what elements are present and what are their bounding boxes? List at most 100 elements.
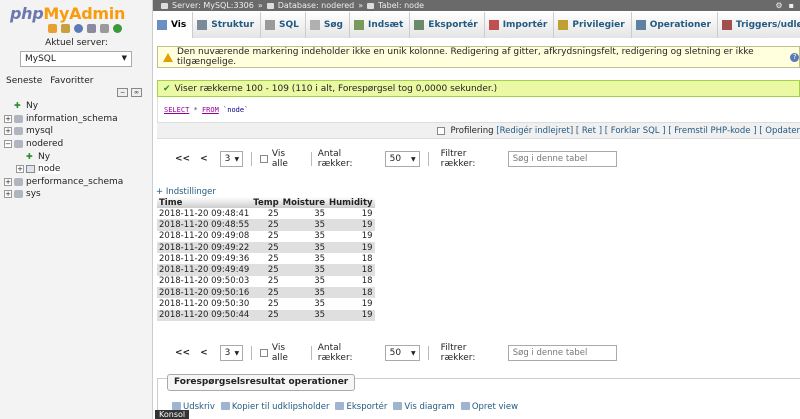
edit-link[interactable]: [ Ret ] bbox=[576, 126, 602, 136]
page-select[interactable]: 3 ▼ bbox=[219, 345, 244, 361]
column-header-moisture[interactable]: Moisture bbox=[280, 197, 328, 208]
tree-item-label: information_schema bbox=[26, 113, 118, 124]
prev-page-button[interactable]: < bbox=[200, 348, 208, 358]
expand-icon[interactable]: + bbox=[4, 190, 12, 199]
show-all-checkbox[interactable] bbox=[260, 155, 268, 163]
table-cell: 35 bbox=[280, 241, 328, 254]
breadcrumb-table[interactable]: Tabel: node bbox=[378, 0, 424, 11]
chevron-down-icon: ▼ bbox=[411, 155, 416, 163]
tab-privileges[interactable]: Privilegier bbox=[554, 12, 632, 38]
table-icon bbox=[367, 2, 375, 9]
logout-icon[interactable] bbox=[61, 24, 70, 33]
tree-item-performance-schema[interactable]: + performance_schema bbox=[4, 176, 152, 189]
expand-icon[interactable]: + bbox=[4, 114, 12, 123]
table-cell: 2018-11-20 09:50:44 bbox=[157, 309, 252, 321]
breadcrumb-server[interactable]: Server: MySQL:3306 bbox=[172, 0, 254, 11]
filter-input[interactable]: Søg i denne tabel bbox=[507, 345, 618, 361]
tab-recent[interactable]: Seneste bbox=[6, 76, 42, 86]
chart-icon bbox=[393, 402, 403, 410]
expand-icon[interactable]: + bbox=[16, 165, 24, 174]
table-cell: 18 bbox=[327, 253, 375, 265]
reload-icon[interactable] bbox=[113, 24, 122, 33]
first-page-button[interactable]: << bbox=[175, 154, 190, 164]
tab-favorites[interactable]: Favoritter bbox=[50, 76, 93, 86]
settings-icon[interactable] bbox=[100, 24, 109, 33]
column-header-temp[interactable]: Temp bbox=[251, 197, 281, 208]
rows-select[interactable]: 50 ▼ bbox=[384, 345, 420, 361]
filter-input[interactable]: Søg i denne tabel bbox=[507, 151, 618, 167]
refresh-link[interactable]: [ Opdater bbox=[759, 126, 800, 136]
table-row: 2018-11-20 09:48:55 25 35 19 bbox=[157, 219, 375, 231]
database-tree: ✚ Ny + information_schema + mysql − nodered ✚ Ny +… bbox=[4, 100, 152, 201]
create-view-link[interactable]: Opret view bbox=[460, 402, 518, 412]
expand-icon[interactable]: + bbox=[4, 127, 12, 136]
phpmyadmin-logo[interactable]: phpMyAdmin bbox=[10, 4, 125, 23]
sql-keyword-from[interactable]: FROM bbox=[202, 106, 219, 114]
view-icon bbox=[460, 402, 470, 410]
column-header-humidity[interactable]: Humidity bbox=[327, 197, 375, 208]
docs-icon[interactable] bbox=[87, 24, 96, 33]
expand-icon[interactable]: + bbox=[4, 177, 12, 186]
tab-insert[interactable]: Indsæt bbox=[350, 12, 411, 38]
help-icon[interactable]: ? bbox=[790, 52, 799, 62]
sql-query-box[interactable]: SELECT * FROM `node` bbox=[157, 97, 800, 122]
tree-item-label: node bbox=[38, 164, 61, 175]
help-icon[interactable] bbox=[74, 24, 83, 33]
warning-icon bbox=[163, 52, 173, 62]
rows-select[interactable]: 50 ▼ bbox=[384, 151, 420, 167]
tab-operations[interactable]: Operationer bbox=[631, 12, 718, 38]
table-row: 2018-11-20 09:50:44 25 35 19 bbox=[157, 309, 375, 321]
database-icon bbox=[14, 177, 23, 186]
export-link[interactable]: Eksportér bbox=[335, 402, 387, 412]
result-table: Time Temp Moisture Humidity 2018-11-20 09:4… bbox=[157, 197, 375, 321]
tab-triggers[interactable]: Triggers/udløsere bbox=[717, 12, 800, 38]
display-chart-link[interactable]: Vis diagram bbox=[393, 402, 455, 412]
tab-export[interactable]: Eksportér bbox=[410, 12, 485, 38]
tab-import[interactable]: Importér bbox=[484, 12, 555, 38]
copy-icon bbox=[220, 402, 230, 410]
explain-sql-link[interactable]: [ Forklar SQL ] bbox=[605, 126, 666, 136]
copy-to-clipboard-link[interactable]: Kopier til udklipsholder bbox=[220, 402, 329, 412]
page-select[interactable]: 3 ▼ bbox=[219, 151, 244, 167]
table-cell: 19 bbox=[327, 298, 375, 310]
tree-item-nodered[interactable]: − nodered bbox=[4, 138, 152, 151]
console-toggle[interactable]: Konsol bbox=[155, 410, 190, 419]
table-cell: 19 bbox=[327, 208, 375, 220]
tree-item-ny[interactable]: ✚ Ny bbox=[4, 150, 152, 163]
first-page-button[interactable]: << bbox=[175, 348, 190, 358]
result-header-row: Time Temp Moisture Humidity bbox=[157, 197, 375, 208]
table-cell: 25 bbox=[251, 309, 281, 321]
sql-keyword-select[interactable]: SELECT bbox=[164, 106, 189, 114]
tab-structure[interactable]: Struktur bbox=[193, 12, 262, 38]
tree-item-ny[interactable]: ✚ Ny bbox=[4, 100, 152, 113]
collapse-icon[interactable]: ▪ bbox=[789, 0, 794, 11]
options-link[interactable]: + Indstillinger bbox=[156, 187, 216, 197]
tab-browse[interactable]: Vis bbox=[153, 12, 194, 38]
tree-item-mysql[interactable]: + mysql bbox=[4, 125, 152, 138]
table-row: 2018-11-20 09:50:03 25 35 18 bbox=[157, 275, 375, 288]
collapse-all-icon[interactable]: − bbox=[117, 88, 128, 97]
table-cell: 25 bbox=[251, 264, 281, 276]
table-cell: 25 bbox=[251, 287, 281, 299]
column-header-time[interactable]: Time bbox=[157, 197, 252, 208]
show-all-checkbox[interactable] bbox=[260, 349, 268, 357]
browse-icon bbox=[157, 20, 167, 30]
filter-label: Filtrer rækker: bbox=[440, 343, 476, 363]
tab-search[interactable]: Søg bbox=[305, 12, 350, 38]
prev-page-button[interactable]: < bbox=[200, 154, 208, 164]
tree-item-label: Ny bbox=[38, 151, 51, 162]
tree-item-label: nodered bbox=[26, 139, 64, 150]
tree-item-sys[interactable]: + sys bbox=[4, 188, 152, 201]
tree-item-information-schema[interactable]: + information_schema bbox=[4, 113, 152, 126]
tab-sql[interactable]: SQL bbox=[261, 12, 306, 38]
collapse-icon[interactable]: − bbox=[4, 140, 12, 149]
link-icon[interactable]: ∞ bbox=[131, 88, 142, 97]
breadcrumb-database[interactable]: Database: nodered bbox=[278, 0, 355, 11]
gear-icon[interactable]: ⚙ bbox=[775, 0, 782, 11]
edit-inline-link[interactable]: [Redigér indlejret] bbox=[496, 126, 573, 136]
home-icon[interactable] bbox=[48, 24, 57, 33]
tree-item-node[interactable]: + node bbox=[4, 163, 152, 176]
create-php-code-link[interactable]: [ Fremstil PHP-kode ] bbox=[668, 126, 756, 136]
server-select[interactable]: MySQL ▼ bbox=[20, 51, 132, 67]
profiling-checkbox[interactable] bbox=[437, 126, 446, 135]
